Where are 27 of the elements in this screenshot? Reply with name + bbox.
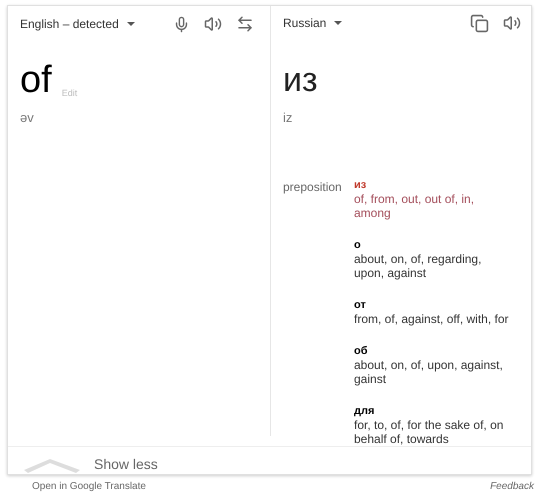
meanings-text: of, from, out, out of, in, among bbox=[354, 192, 476, 220]
dropdown-caret-icon bbox=[334, 21, 342, 25]
microphone-icon[interactable] bbox=[173, 16, 190, 32]
speaker-icon[interactable] bbox=[503, 14, 521, 32]
translation-word: от bbox=[354, 298, 366, 312]
swap-icon[interactable] bbox=[236, 15, 254, 33]
translation-word: из bbox=[354, 178, 366, 192]
source-language-dropdown[interactable]: English – detected bbox=[20, 15, 135, 33]
meanings-text: about, on, of, regarding, upon, against bbox=[354, 252, 482, 280]
dropdown-caret-icon bbox=[126, 22, 135, 26]
translation-word: о bbox=[354, 238, 361, 252]
target-language-dropdown[interactable]: Russian bbox=[283, 14, 342, 32]
show-less-button[interactable]: Show less bbox=[94, 454, 158, 475]
feedback-link[interactable]: Feedback bbox=[490, 479, 534, 494]
copy-icon[interactable] bbox=[470, 14, 489, 32]
target-phonetic: iz bbox=[283, 109, 294, 127]
source-phonetic: əv bbox=[20, 109, 35, 127]
part-of-speech: preposition bbox=[283, 178, 343, 196]
open-in-translate-link[interactable]: Open in Google Translate bbox=[32, 479, 146, 494]
target-word: из bbox=[283, 60, 319, 101]
translation-word: для bbox=[354, 404, 374, 418]
meanings-text: for, to, of, for the sake of, on behalf of, towards bbox=[354, 418, 504, 446]
translation-word: об bbox=[354, 344, 368, 358]
meanings-text: from, of, against, off, with, for bbox=[354, 312, 510, 326]
source-word: of bbox=[20, 58, 52, 103]
speaker-icon[interactable] bbox=[204, 15, 222, 33]
meanings-text: about, on, of, upon, against, gainst bbox=[354, 358, 504, 386]
